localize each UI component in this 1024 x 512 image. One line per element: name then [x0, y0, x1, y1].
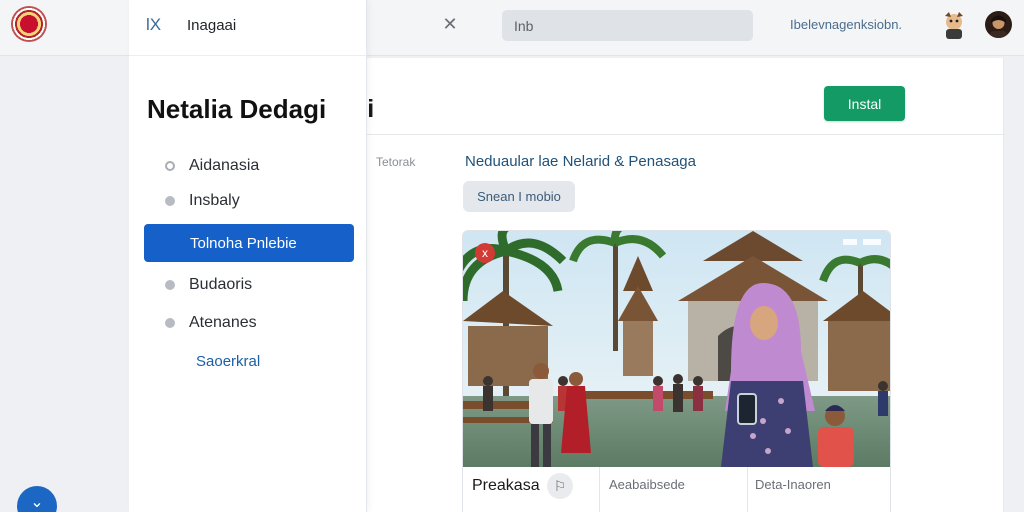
footer-cell[interactable]: Deta-Inaoren: [748, 467, 890, 512]
photo-card[interactable]: x Preakasa ⚐ Aeabaibsede Deta-Inaoren: [462, 230, 891, 512]
radio-dot-icon: [165, 161, 175, 171]
panel-close-icon[interactable]: lX: [146, 15, 161, 35]
user-avatar[interactable]: [985, 11, 1012, 38]
sidebar-item-label: Budaoris: [189, 276, 253, 293]
install-button[interactable]: Instal: [824, 86, 905, 121]
footer-title: Preakasa: [472, 477, 540, 494]
panel-title: Inagaai: [187, 17, 237, 34]
footer-text: Aeabaibsede: [609, 477, 685, 492]
chevron-down-icon[interactable]: ⌄: [17, 486, 57, 512]
close-icon[interactable]: ✕: [441, 14, 459, 34]
close-badge-icon[interactable]: x: [475, 243, 495, 263]
photo-card-footer: Preakasa ⚐ Aeabaibsede Deta-Inaoren: [463, 467, 890, 512]
sidebar-item[interactable]: Budaoris: [144, 267, 354, 303]
sidebar-item-active[interactable]: Tolnoha Pnlebie: [144, 224, 354, 262]
sidebar-item-label: Insbaly: [189, 192, 240, 209]
tag-chip[interactable]: Snean I mobio: [463, 181, 575, 212]
app-logo-icon[interactable]: [11, 6, 47, 42]
bullet-dot-icon: [165, 280, 175, 290]
top-link[interactable]: Ibelevnagenksiobn.: [790, 17, 902, 32]
bullet-dot-icon: [165, 196, 175, 206]
village-photo: [463, 231, 890, 467]
share-icon[interactable]: ⚐: [547, 473, 573, 499]
section-heading: Neduaular lae Nelarid & Penasaga: [465, 153, 696, 170]
sidebar-item-label: Aidanasia: [189, 157, 260, 174]
sidebar-item-label: Tolnoha Pnlebie: [190, 234, 297, 252]
side-panel: lX Inagaai Netalia Dedagi Aidanasia Insb…: [129, 0, 367, 512]
sidebar-item[interactable]: Aidanasia: [144, 148, 354, 184]
sidebar-item[interactable]: Insbaly: [144, 183, 354, 219]
sidebar-item[interactable]: Atenanes: [144, 305, 354, 341]
bullet-dot-icon: [165, 318, 175, 328]
footer-text: Deta-Inaoren: [755, 477, 831, 492]
sidebar-link[interactable]: Saoerkral: [196, 353, 260, 370]
footer-cell[interactable]: Aeabaibsede: [600, 467, 748, 512]
section-label: Tetorak: [376, 155, 416, 169]
side-panel-header: lX Inagaai: [129, 0, 367, 56]
mascot-avatar-icon[interactable]: [940, 10, 968, 40]
sidebar-item-label: Atenanes: [189, 314, 257, 331]
divider: [360, 134, 1004, 135]
footer-cell[interactable]: Preakasa ⚐: [463, 467, 600, 512]
page-title: Netalia Dedagi: [147, 94, 327, 124]
search-input[interactable]: [502, 10, 753, 41]
